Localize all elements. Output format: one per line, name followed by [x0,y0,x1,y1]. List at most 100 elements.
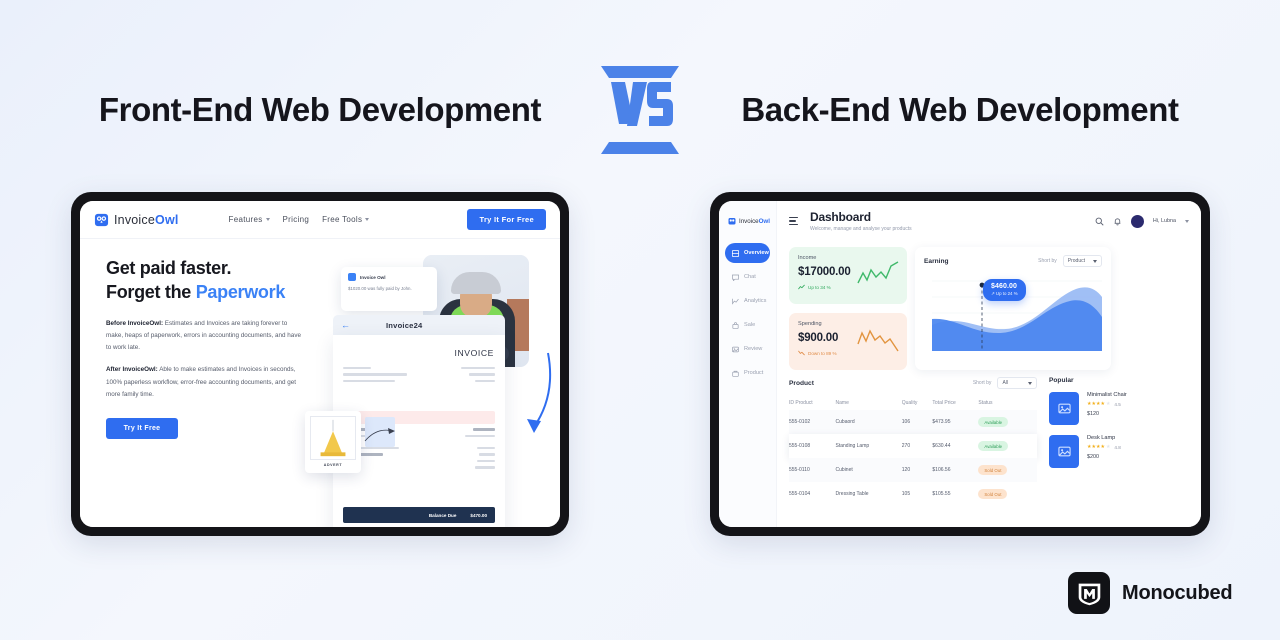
left-title: Front-End Web Development [98,91,542,128]
product-sort-select[interactable]: All [997,377,1037,389]
sort-value: Product [1067,258,1085,264]
product-price: $120 [1087,411,1099,417]
status-badge: Sold Out [978,489,1008,499]
sidebar-item-chat[interactable]: Chat [725,267,770,287]
frontend-screen: InvoiceOwl Features Pricing Free Tools T… [80,201,560,527]
status-badge: Sold Out [978,465,1008,475]
dashboard-sidebar: InvoiceOwl Overview Chat Analytics Sale [719,201,777,527]
sidebar-label: Review [744,346,763,352]
table-row[interactable]: 555-0110 Cubinet 120 $106.56 Sold Out [789,458,1037,482]
nav-item-free-tools[interactable]: Free Tools [322,215,370,224]
analytics-icon [732,298,739,304]
table-header-row: ID Product Name Quality Total Price Stat… [789,396,1037,410]
popular-products-card: Popular Minimalist Chair ★★★★★4.5 $120 [1049,377,1199,478]
col-id: ID Product [789,400,813,406]
income-sparkline [857,261,899,284]
avatar[interactable] [1130,214,1144,228]
chevron-down-icon[interactable] [1185,219,1189,223]
table-row[interactable]: 555-0108 Standing Lamp 270 $630.44 Avail… [789,434,1037,458]
monocubed-branding: Monocubed [1068,572,1233,614]
comparison-header: Front-End Web Development Back-End Web D… [0,62,1280,158]
image-icon [1057,446,1071,457]
balance-value: $470.00 [470,512,487,518]
table-row[interactable]: 555-0104 Dressing Table 105 $105.55 Sold… [789,482,1037,506]
earning-tooltip: $460.00 ↗ Up to 24 % [983,279,1026,301]
sort-label: Short by [972,380,992,386]
owl-logo-icon [94,213,109,227]
rating-stars: ★★★★ ★ 4.8 [1087,444,1121,450]
topbar-tools: Hi, Lubna [1095,214,1189,228]
product-name: Desk Lamp [1087,435,1116,441]
rating-value: 4.8 [1114,444,1121,450]
invoice-word: INVOICE [454,348,494,358]
col-price: Total Price [932,400,956,406]
status-badge: Available [978,417,1009,427]
trend-down-icon [798,350,805,356]
nav-try-free-button[interactable]: Try It For Free [467,209,546,230]
sidebar-label: Overview [744,250,769,256]
dashboard-app: InvoiceOwl Overview Chat Analytics Sale [719,201,1201,527]
grid-icon [732,249,739,257]
owl-logo-icon [728,218,736,225]
chat-icon [732,274,739,281]
sort-value: All [1002,380,1008,386]
hero-section: Get paid faster. Forget the Paperwork Be… [80,239,560,527]
tooltip-delta: ↗ Up to 24 % [991,291,1018,296]
brand-first-word: Invoice [114,212,156,227]
brand-text: InvoiceOwl [114,213,179,227]
product-name: Minimalist Chair [1087,392,1127,398]
spending-sparkline [857,329,899,352]
stat-card-spending: Spending $900.00 Down to 89 % [789,313,907,370]
table-row[interactable]: 555-0102 Cubaord 106 $473.95 Available [789,410,1037,434]
sidebar-item-analytics[interactable]: Analytics [725,291,770,311]
hero-paragraph-before: Before InvoiceOwl: Estimates and Invoice… [106,319,301,352]
product-price: $200 [1087,454,1099,460]
sidebar-label: Sale [744,322,756,328]
dashboard-topbar: Dashboard Welcome, manage and analyse yo… [777,201,1201,241]
earning-sort-select[interactable]: Product [1062,255,1102,267]
right-title: Back-End Web Development [741,91,1179,128]
brand-second-word: Owl [155,212,179,227]
owl-badge-icon [348,273,356,281]
product-thumbnail [1049,392,1079,425]
nav-item-features[interactable]: Features [229,215,270,224]
review-icon [732,346,739,352]
product-sort-control: Short by All [973,377,1037,389]
menu-toggle-icon[interactable] [789,217,798,225]
chevron-down-icon [1093,259,1097,263]
sidebar-label: Chat [744,274,756,280]
col-status: Status [978,400,993,406]
sidebar-item-overview[interactable]: Overview [725,243,770,263]
chevron-down-icon [365,218,370,221]
site-navbar: InvoiceOwl Features Pricing Free Tools T… [80,201,560,239]
nav-item-pricing[interactable]: Pricing [283,215,310,224]
chevron-down-icon [1028,381,1032,385]
hero-try-free-button[interactable]: Try It Free [106,418,178,440]
product-thumbnail [1049,435,1079,468]
tooltip-value: $460.00 [991,283,1018,290]
site-nav-links: Features Pricing Free Tools [229,215,370,224]
search-icon[interactable] [1095,217,1104,226]
sort-label: Short by [1038,258,1057,264]
sidebar-item-product[interactable]: Product [725,363,770,383]
bell-icon[interactable] [1113,217,1122,226]
invoiceowl-brand[interactable]: InvoiceOwl [94,212,179,227]
payment-notification-card: Invoice Owl $1020.00 was fully paid by J… [341,267,437,311]
invoice-app-titlebar: ← Invoice24 [333,315,505,335]
advert-label: ADVERT [323,463,343,467]
advert-card[interactable]: ADVERT [305,411,361,473]
drag-arrow-icon [364,428,395,442]
dashboard-main: Dashboard Welcome, manage and analyse yo… [777,201,1201,527]
trend-up-icon [798,284,805,290]
chevron-down-icon [265,218,270,221]
product-icon [732,370,739,377]
monocubed-logo-icon [1068,572,1110,614]
list-item[interactable]: Desk Lamp ★★★★ ★ 4.8 $200 [1049,435,1199,468]
frontend-tablet-mockup: InvoiceOwl Features Pricing Free Tools T… [71,192,569,536]
sidebar-item-sale[interactable]: Sale [725,315,770,335]
back-arrow-icon[interactable]: ← [341,320,350,330]
advert-illustration-icon [320,419,346,457]
list-item[interactable]: Minimalist Chair ★★★★ ★ 4.5 $120 [1049,392,1199,425]
sidebar-item-review[interactable]: Review [725,339,770,359]
stat-card-income: Income $17000.00 Up to 34 % [789,247,907,304]
